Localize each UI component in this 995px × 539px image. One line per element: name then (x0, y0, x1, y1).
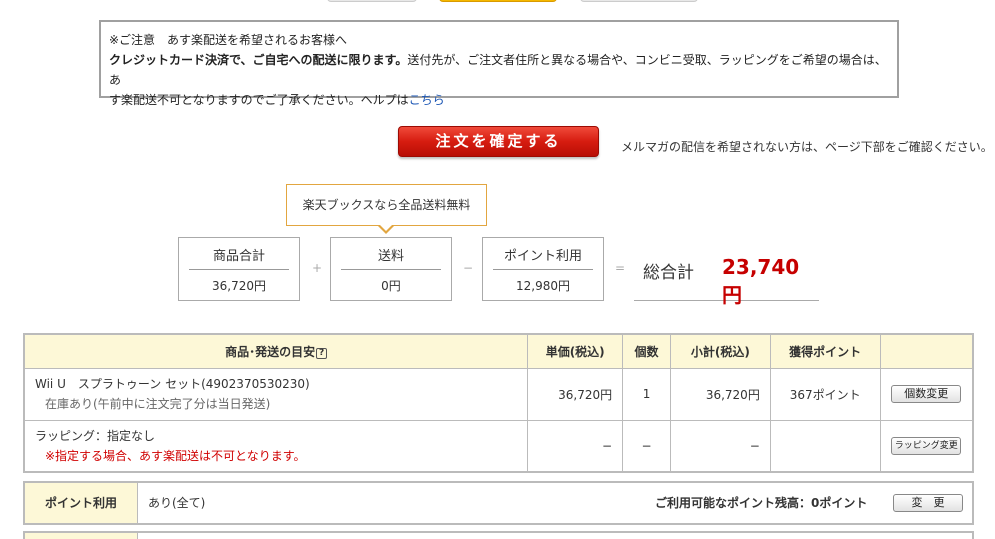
wrapping-cell: ラッピング：指定なし ※指定する場合、あす楽配送は不可となります。 (23, 419, 529, 473)
wrapping-points (769, 419, 881, 473)
wrapping-warning: ※指定する場合、あす楽配送は不可となります。 (45, 448, 306, 463)
header-quantity: 個数 (622, 333, 671, 369)
header-points: 獲得ポイント (769, 333, 881, 369)
wrapping-label: ラッピング：指定なし (35, 428, 156, 443)
point-balance: ご利用可能なポイント残高：0ポイント (655, 496, 868, 510)
header-subtotal: 小計(税込) (669, 333, 771, 369)
item-points: 367ポイント (769, 367, 881, 421)
shipping-label: 送料 (341, 246, 441, 270)
grand-total: 総合計 23,740円 (634, 248, 819, 307)
wrapping-subtotal: − (669, 419, 771, 473)
grand-total-label: 総合計 (643, 263, 694, 283)
point-usage-section: ポイント利用 あり(全て) ご利用可能なポイント残高：0ポイント 変 更 (23, 481, 974, 525)
stock-status: 在庫あり(午前中に注文完了分は当日発送) (45, 397, 271, 411)
table-row: Wii U スプラトゥーン セット(4902370530230) 在庫あり(午前… (23, 367, 974, 421)
item-action-cell: 個数変更 (879, 367, 974, 421)
plus-operator: + (312, 261, 323, 275)
mailmag-note: メルマガの配信を希望されない方は、ページ下部をご確認ください。 (621, 140, 993, 154)
point-usage-value: 12,980円 (516, 279, 570, 293)
product-cell: Wii U スプラトゥーン セット(4902370530230) 在庫あり(午前… (23, 367, 529, 421)
shipping-box: 送料 0円 (330, 237, 452, 301)
point-usage-setting: あり(全て) (148, 496, 206, 510)
top-tab-right[interactable] (580, 0, 698, 2)
product-total-label: 商品合計 (189, 246, 289, 270)
tooltip-arrow-inner (379, 224, 393, 231)
help-icon[interactable]: ? (316, 347, 328, 359)
change-wrapping-button[interactable]: ラッピング変更 (891, 436, 962, 455)
free-shipping-tooltip: 楽天ブックスなら全品送料無料 (286, 184, 487, 226)
help-link[interactable]: こちら (409, 93, 445, 107)
product-total-box: 商品合計 36,720円 (178, 237, 300, 301)
item-subtotal: 36,720円 (669, 367, 771, 421)
product-total-value: 36,720円 (212, 279, 266, 293)
shipping-value: 0円 (381, 279, 401, 293)
wrapping-quantity: − (622, 419, 671, 473)
minus-operator: − (463, 261, 474, 275)
item-quantity: 1 (622, 367, 671, 421)
point-usage-box: ポイント利用 12,980円 (482, 237, 604, 301)
grand-total-value: 23,740円 (722, 255, 800, 307)
table-header-row: 商品･発送の目安? 単価(税込) 個数 小計(税込) 獲得ポイント (23, 333, 974, 369)
top-tab-active[interactable] (439, 0, 557, 2)
wrapping-action-cell: ラッピング変更 (879, 419, 974, 473)
item-unit-price: 36,720円 (527, 367, 624, 421)
next-section-header (25, 533, 138, 539)
notice-bold-text: クレジットカード決済で、ご自宅への配送に限ります。 (109, 53, 408, 67)
equals-operator: = (615, 261, 626, 275)
next-day-delivery-notice: ※ご注意 あす楽配送を希望されるお客様へ クレジットカード決済で、ご自宅への配送… (99, 20, 899, 107)
order-items-table: 商品･発送の目安? 単価(税込) 個数 小計(税込) 獲得ポイント Wii U … (23, 333, 974, 473)
point-usage-header: ポイント利用 (25, 483, 138, 523)
header-product: 商品･発送の目安? (23, 333, 529, 369)
change-quantity-button[interactable]: 個数変更 (891, 385, 962, 403)
change-point-button[interactable]: 変 更 (893, 494, 963, 512)
top-tab-left[interactable] (327, 0, 417, 2)
confirm-order-button[interactable]: 注文を確定する (398, 126, 599, 157)
point-usage-label: ポイント利用 (493, 246, 593, 270)
product-name: Wii U スプラトゥーン セット(4902370530230) (35, 377, 310, 391)
header-action (879, 333, 974, 369)
header-unit-price: 単価(税込) (527, 333, 624, 369)
wrapping-unit-price: − (527, 419, 624, 473)
next-section (23, 531, 974, 539)
notice-title: ※ご注意 あす楽配送を希望されるお客様へ (109, 33, 348, 47)
table-row: ラッピング：指定なし ※指定する場合、あす楽配送は不可となります。 − − − … (23, 419, 974, 473)
notice-text-2: す楽配送不可となりますのでご了承ください。ヘルプは (109, 93, 409, 107)
notice-body: クレジットカード決済で、ご自宅への配送に限ります。送付先が、ご注文者住所と異なる… (109, 50, 889, 110)
